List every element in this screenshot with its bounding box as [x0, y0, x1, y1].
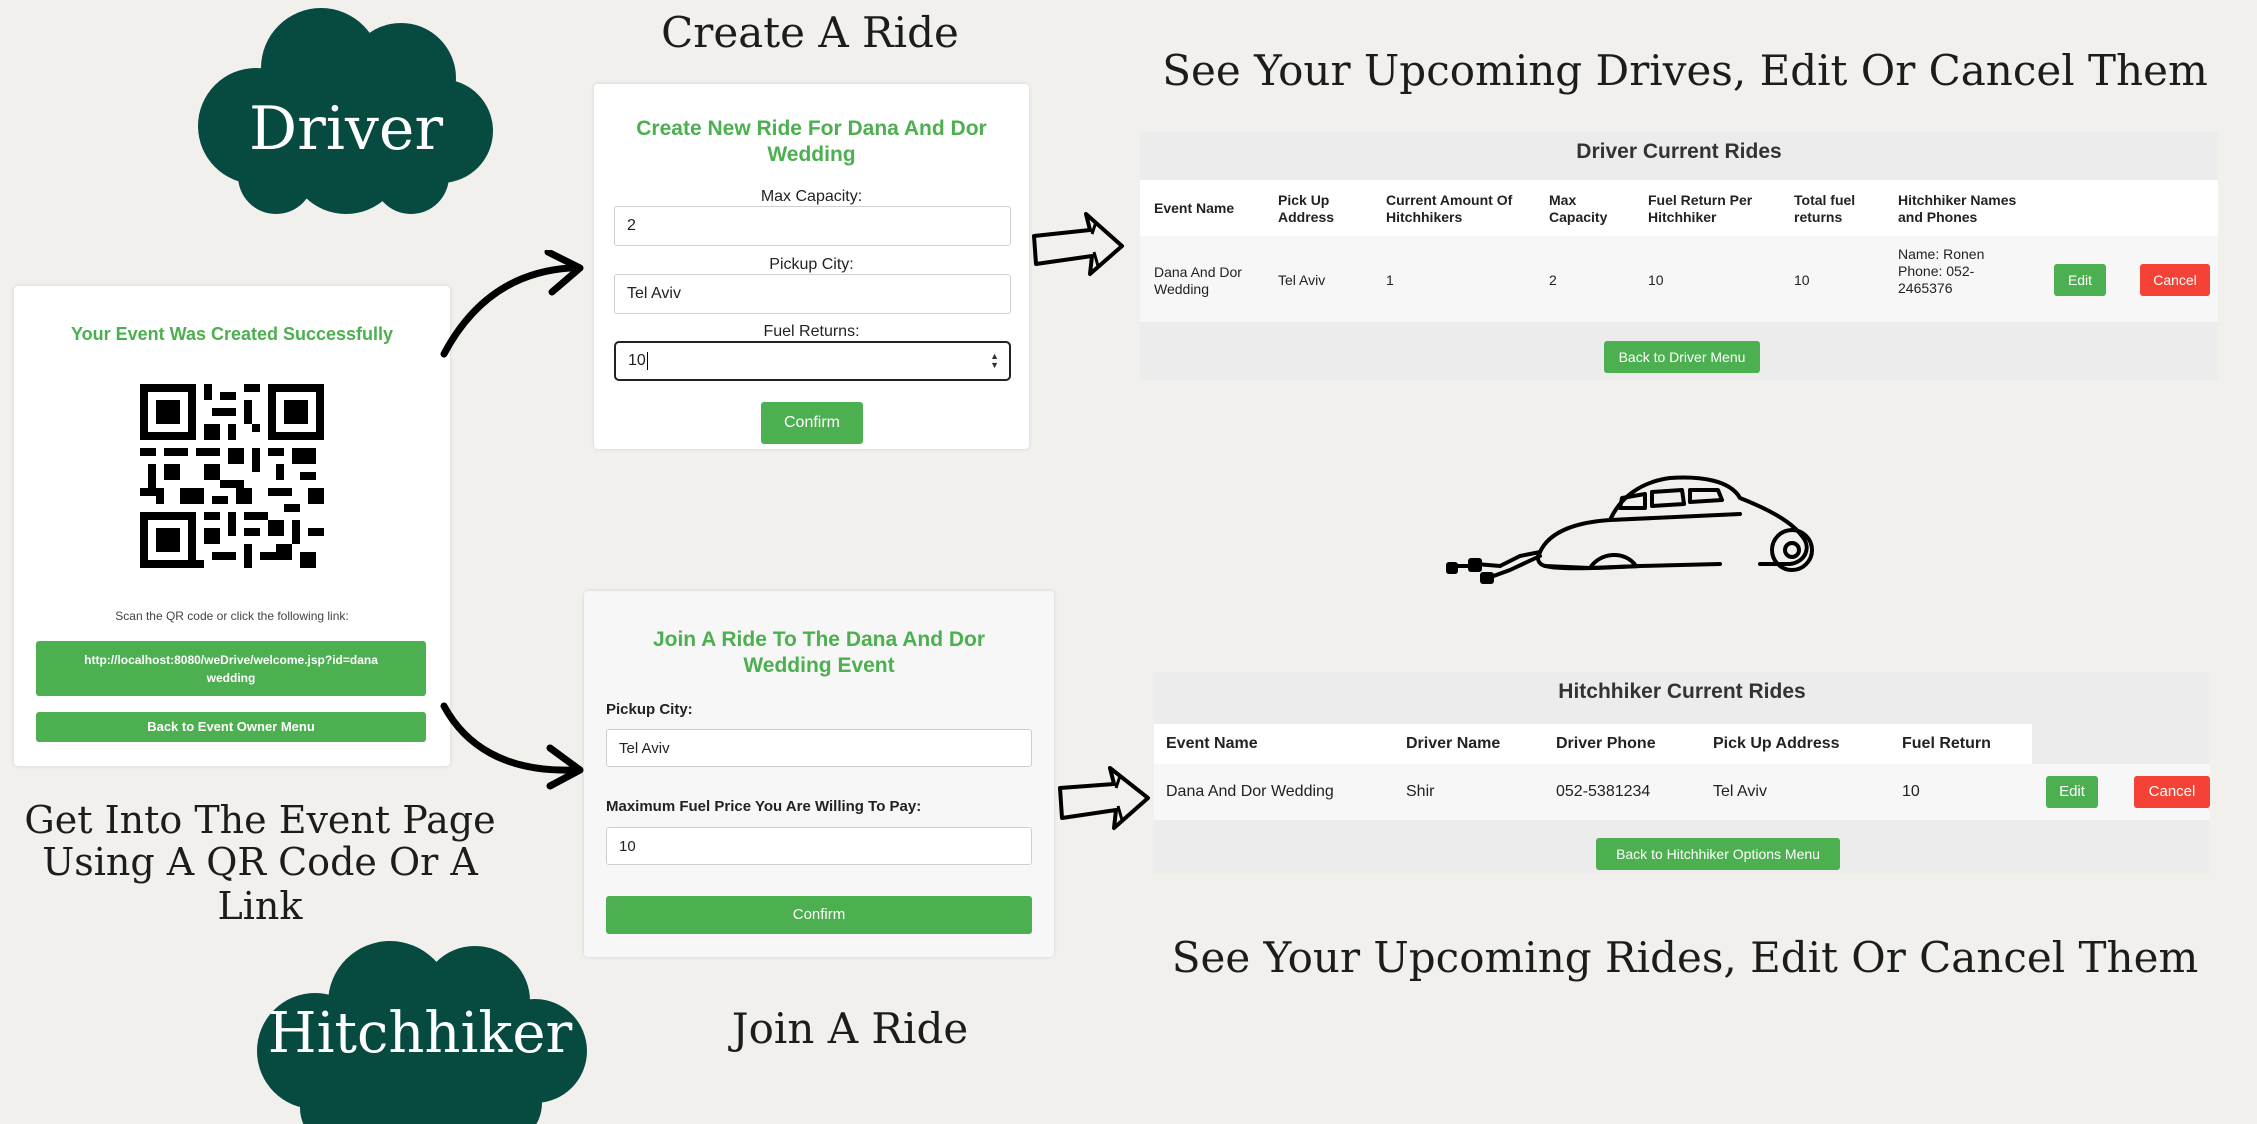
max-fuel-price-label: Maximum Fuel Price You Are Willing To Pa… [606, 798, 922, 815]
event-link-text: http://localhost:8080/weDrive/welcome.js… [84, 652, 378, 685]
event-created-card: Your Event Was Created Successfully Scan… [14, 286, 450, 766]
hand-drawn-arrow-icon [1030, 208, 1126, 280]
driver-cancel-button[interactable]: Cancel [2140, 264, 2210, 296]
cell-event-name: Dana And Dor Wedding [1154, 264, 1242, 297]
event-page-heading-line2: Using A QR Code Or A Link [42, 840, 478, 928]
scan-instruction-text: Scan the QR code or click the following … [115, 609, 349, 623]
max-capacity-input[interactable]: 2 [614, 206, 1011, 246]
upcoming-drives-heading: See Your Upcoming Drives, Edit Or Cancel… [1162, 46, 2208, 95]
event-link-button[interactable]: http://localhost:8080/weDrive/welcome.js… [36, 641, 426, 696]
fuel-returns-label: Fuel Returns: [763, 323, 860, 340]
curved-arrow-icon [440, 700, 590, 790]
cell-driver-name: Shir [1406, 783, 1435, 800]
back-to-event-owner-menu-button[interactable]: Back to Event Owner Menu [36, 712, 426, 742]
header-max-capacity: Max Capacity [1549, 192, 1608, 225]
join-ride-confirm-button[interactable]: Confirm [606, 896, 1032, 934]
join-ride-card: Join A Ride To The Dana And Dor Wedding … [584, 591, 1054, 957]
fuel-returns-input[interactable]: 10 ▲ ▼ [614, 341, 1011, 381]
back-to-driver-menu-button[interactable]: Back to Driver Menu [1604, 341, 1760, 373]
wedding-car-icon [1440, 470, 1830, 586]
header-hitchhiker-names: Hitchhiker Names and Phones [1898, 192, 2017, 225]
header-driver-phone: Driver Phone [1556, 735, 1656, 752]
driver-rides-title: Driver Current Rides [1576, 140, 1782, 163]
fuel-returns-value: 10 [628, 352, 646, 369]
back-to-hitchhiker-menu-button[interactable]: Back to Hitchhiker Options Menu [1596, 838, 1840, 870]
join-pickup-city-input[interactable]: Tel Aviv [606, 729, 1032, 767]
curved-arrow-icon [440, 250, 590, 360]
hitchhiker-cancel-button[interactable]: Cancel [2134, 776, 2210, 808]
create-ride-card: Create New Ride For Dana And Dor Wedding… [594, 84, 1029, 449]
cell-pickup: Tel Aviv [1713, 783, 1767, 800]
pickup-city-label: Pickup City: [769, 256, 854, 273]
cell-total-fuel: 10 [1794, 272, 1810, 288]
max-capacity-label: Max Capacity: [760, 188, 863, 205]
cell-hitchhikers: Name: Ronen Phone: 052-2465376 [1898, 246, 1985, 296]
header-total-fuel: Total fuel returns [1794, 192, 1856, 225]
driver-cloud-label: Driver [248, 94, 444, 164]
pickup-city-input[interactable]: Tel Aviv [614, 274, 1011, 314]
cell-event-name: Dana And Dor Wedding [1166, 783, 1334, 800]
cell-current-amount: 1 [1386, 272, 1394, 288]
header-fuel-return-per: Fuel Return Per Hitchhiker [1648, 192, 1753, 225]
cell-driver-phone: 052-5381234 [1556, 783, 1651, 800]
header-pickup-address: Pick Up Address [1278, 192, 1335, 225]
driver-edit-button[interactable]: Edit [2054, 264, 2106, 296]
event-created-title: Your Event Was Created Successfully [70, 324, 394, 344]
cell-fuel-per: 10 [1648, 272, 1664, 288]
create-ride-heading: Create A Ride [661, 8, 959, 57]
hitchhiker-cloud-label: Hitchhiker [267, 1001, 573, 1066]
header-current-amount: Current Amount Of Hitchhikers [1386, 192, 1513, 225]
cell-pickup: Tel Aviv [1278, 272, 1326, 288]
driver-rides-panel: Driver Current Rides Event Name Pick Up … [1140, 132, 2218, 380]
hitchhiker-rides-panel: Hitchhiker Current Rides Event Name Driv… [1154, 672, 2210, 874]
upcoming-rides-heading: See Your Upcoming Rides, Edit Or Cancel … [1171, 933, 2199, 982]
hitchhiker-rides-title: Hitchhiker Current Rides [1558, 680, 1806, 703]
hitchhiker-edit-button[interactable]: Edit [2046, 776, 2098, 808]
join-pickup-city-label: Pickup City: [606, 701, 693, 718]
number-spinner-icon[interactable]: ▲ ▼ [990, 352, 999, 370]
max-fuel-price-input[interactable]: 10 [606, 827, 1032, 865]
cell-fuel-return: 10 [1902, 783, 1920, 800]
join-ride-title: Join A Ride To The Dana And Dor Wedding … [652, 628, 986, 677]
create-ride-title: Create New Ride For Dana And Dor Wedding [636, 117, 987, 166]
header-event-name: Event Name [1154, 200, 1235, 216]
hitchhiker-cloud: Hitchhiker [250, 933, 590, 1124]
qr-code-icon [140, 384, 324, 568]
header-pickup-address: Pick Up Address [1713, 735, 1840, 752]
header-event-name: Event Name [1166, 735, 1258, 752]
header-fuel-return: Fuel Return [1902, 735, 1991, 752]
header-driver-name: Driver Name [1406, 735, 1501, 752]
event-page-heading-line1: Get Into The Event Page [24, 798, 496, 842]
driver-cloud: Driver [196, 6, 496, 216]
driver-rides-header-row-right [2040, 180, 2218, 236]
create-ride-confirm-button[interactable]: Confirm [761, 402, 863, 444]
hand-drawn-arrow-icon [1056, 762, 1152, 834]
join-ride-heading: Join A Ride [731, 1004, 969, 1053]
cell-max-capacity: 2 [1549, 272, 1557, 288]
